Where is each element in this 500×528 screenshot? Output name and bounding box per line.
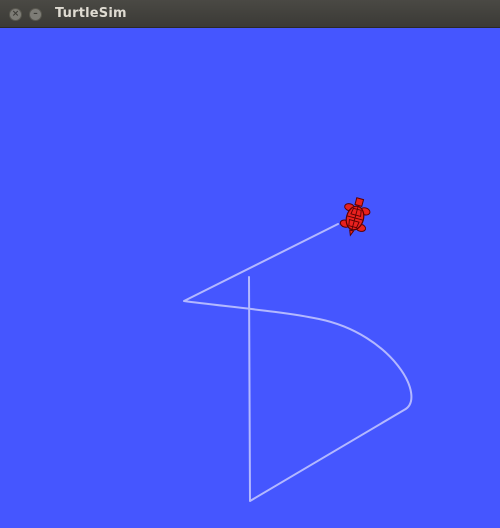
title-bar[interactable]: × – TurtleSim (0, 0, 500, 28)
pen-trail (183, 223, 413, 502)
minimize-icon: – (33, 9, 38, 19)
turtle-icon (339, 197, 371, 237)
turtle-head (354, 197, 365, 207)
minimize-button[interactable]: – (29, 8, 42, 21)
window-title: TurtleSim (55, 6, 127, 21)
turtle-canvas (0, 28, 500, 528)
close-button[interactable]: × (9, 8, 22, 21)
turtle-tail (349, 229, 355, 237)
drawing-surface (183, 197, 413, 502)
close-icon: × (11, 9, 20, 19)
turtlesim-window: × – TurtleSim (0, 0, 500, 528)
